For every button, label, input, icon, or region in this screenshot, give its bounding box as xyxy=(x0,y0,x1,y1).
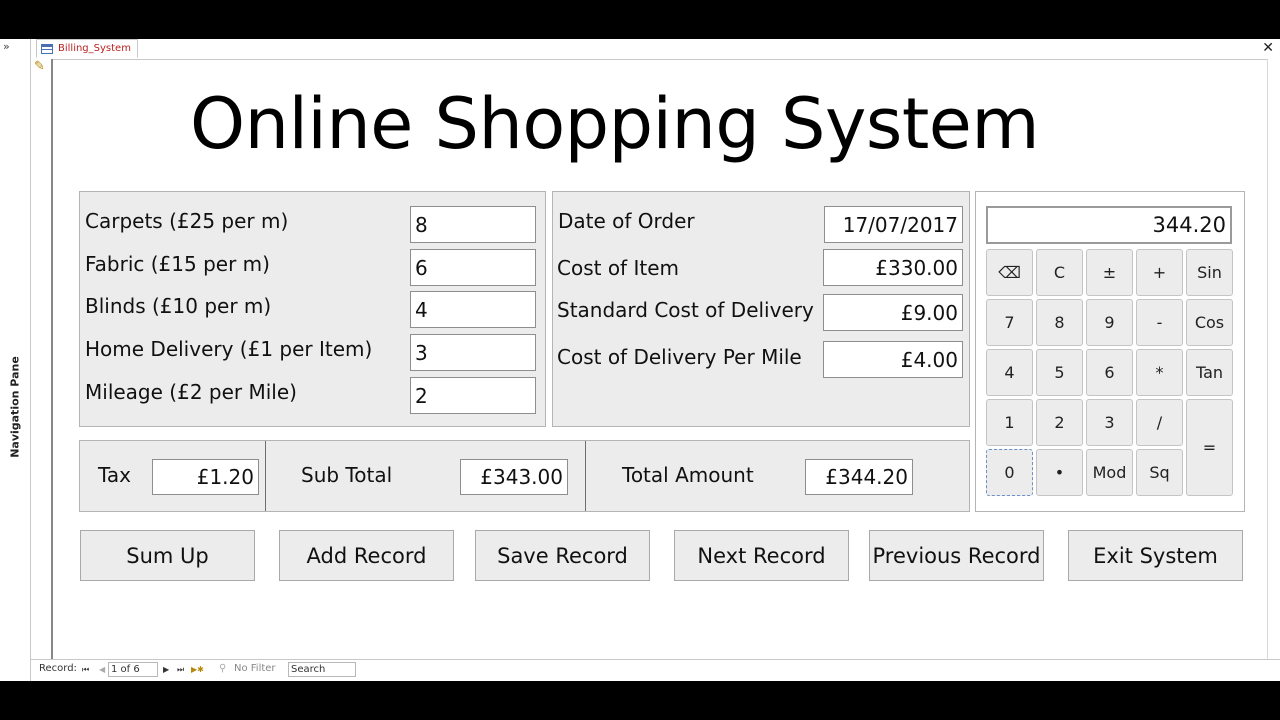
carpets-input[interactable]: 8 xyxy=(410,206,536,243)
calc-6-button[interactable]: 6 xyxy=(1086,349,1133,396)
tax-input[interactable]: £1.20 xyxy=(152,459,259,495)
save-record-button[interactable]: Save Record xyxy=(475,530,650,581)
calc-backspace-button[interactable]: ⌫ xyxy=(986,249,1033,296)
next-record-icon[interactable]: ▶ xyxy=(163,665,169,674)
totals-divider xyxy=(585,441,586,511)
mileage-input[interactable]: 2 xyxy=(410,377,536,414)
calc-decimal-button[interactable]: • xyxy=(1036,449,1083,496)
calc-8-button[interactable]: 8 xyxy=(1036,299,1083,346)
tab-label: Billing_System xyxy=(58,43,131,54)
calc-divide-button[interactable]: / xyxy=(1136,399,1183,446)
date-of-order-input[interactable]: 17/07/2017 xyxy=(824,206,963,243)
next-record-button[interactable]: Next Record xyxy=(674,530,849,581)
exit-system-button[interactable]: Exit System xyxy=(1068,530,1243,581)
fabric-label: Fabric (£15 per m) xyxy=(85,252,270,276)
add-record-button[interactable]: Add Record xyxy=(279,530,454,581)
calc-4-button[interactable]: 4 xyxy=(986,349,1033,396)
expand-nav-icon[interactable]: » xyxy=(3,40,10,53)
last-record-icon[interactable]: ⏭ xyxy=(177,665,184,675)
subtotal-input[interactable]: £343.00 xyxy=(460,459,568,495)
record-label: Record: xyxy=(39,663,77,674)
calc-square-button[interactable]: Sq xyxy=(1136,449,1183,496)
calc-0-button[interactable]: 0 xyxy=(986,449,1033,496)
tax-label: Tax xyxy=(98,463,131,487)
document-tabs: Billing_System ✕ xyxy=(31,39,1280,60)
calc-equals-button[interactable]: = xyxy=(1186,399,1233,496)
delivery-per-mile-input[interactable]: £4.00 xyxy=(823,341,963,378)
carpets-label: Carpets (£25 per m) xyxy=(85,209,289,233)
home-delivery-label: Home Delivery (£1 per Item) xyxy=(85,337,373,361)
delivery-per-mile-label: Cost of Delivery Per Mile xyxy=(557,345,802,369)
standard-delivery-input[interactable]: £9.00 xyxy=(823,294,963,331)
cost-of-item-label: Cost of Item xyxy=(557,256,679,280)
order-panel: Date of Order 17/07/2017 Cost of Item £3… xyxy=(552,191,970,427)
filter-icon[interactable]: ⚲ xyxy=(219,663,226,674)
calculator-display[interactable]: 344.20 xyxy=(986,206,1232,244)
calc-1-button[interactable]: 1 xyxy=(986,399,1033,446)
calc-9-button[interactable]: 9 xyxy=(1086,299,1133,346)
calc-sin-button[interactable]: Sin xyxy=(1186,249,1233,296)
calc-mod-button[interactable]: Mod xyxy=(1086,449,1133,496)
search-input[interactable]: Search xyxy=(288,662,356,677)
total-amount-input[interactable]: £344.20 xyxy=(805,459,913,495)
page-title: Online Shopping System xyxy=(190,83,1040,165)
first-record-icon[interactable]: ⏮ xyxy=(82,665,89,675)
form-icon xyxy=(41,43,53,54)
calc-7-button[interactable]: 7 xyxy=(986,299,1033,346)
blinds-input[interactable]: 4 xyxy=(410,291,536,328)
total-amount-label: Total Amount xyxy=(622,463,754,487)
calc-add-button[interactable]: + xyxy=(1136,249,1183,296)
record-selector[interactable]: ✎ xyxy=(31,59,53,660)
subtotal-label: Sub Total xyxy=(301,463,393,487)
calc-plusminus-button[interactable]: ± xyxy=(1086,249,1133,296)
new-record-icon[interactable]: ▶✱ xyxy=(191,665,204,674)
record-navigation-bar: Record: ⏮ ◀ 1 of 6 ▶ ⏭ ▶✱ ⚲ No Filter Se… xyxy=(31,659,1280,681)
sum-up-button[interactable]: Sum Up xyxy=(80,530,255,581)
navigation-pane[interactable]: » Navigation Pane xyxy=(0,39,31,681)
vertical-scrollbar[interactable] xyxy=(1267,59,1280,660)
date-of-order-label: Date of Order xyxy=(558,209,695,233)
calc-multiply-button[interactable]: * xyxy=(1136,349,1183,396)
calculator-panel: 344.20 ⌫ C ± + Sin 7 8 9 - Cos 4 5 6 * T… xyxy=(975,191,1245,512)
standard-delivery-label: Standard Cost of Delivery xyxy=(557,298,814,322)
totals-panel: Tax £1.20 Sub Total £343.00 Total Amount… xyxy=(79,440,970,512)
calc-subtract-button[interactable]: - xyxy=(1136,299,1183,346)
home-delivery-input[interactable]: 3 xyxy=(410,334,536,371)
filter-status[interactable]: No Filter xyxy=(234,663,276,674)
close-icon[interactable]: ✕ xyxy=(1262,39,1274,57)
calc-5-button[interactable]: 5 xyxy=(1036,349,1083,396)
calc-tan-button[interactable]: Tan xyxy=(1186,349,1233,396)
calc-clear-button[interactable]: C xyxy=(1036,249,1083,296)
pencil-icon: ✎ xyxy=(34,59,45,74)
tab-billing-system[interactable]: Billing_System xyxy=(36,39,138,58)
previous-record-icon[interactable]: ◀ xyxy=(99,665,105,674)
items-panel: Carpets (£25 per m) 8 Fabric (£15 per m)… xyxy=(79,191,546,427)
previous-record-button[interactable]: Previous Record xyxy=(869,530,1044,581)
blinds-label: Blinds (£10 per m) xyxy=(85,294,272,318)
fabric-input[interactable]: 6 xyxy=(410,249,536,286)
totals-divider xyxy=(265,441,266,511)
access-window: » Navigation Pane Billing_System ✕ ✎ Onl… xyxy=(0,39,1280,681)
calc-3-button[interactable]: 3 xyxy=(1086,399,1133,446)
cost-of-item-input[interactable]: £330.00 xyxy=(823,249,963,286)
record-position-input[interactable]: 1 of 6 xyxy=(108,662,158,677)
mileage-label: Mileage (£2 per Mile) xyxy=(85,380,297,404)
calc-2-button[interactable]: 2 xyxy=(1036,399,1083,446)
calc-cos-button[interactable]: Cos xyxy=(1186,299,1233,346)
navigation-pane-label[interactable]: Navigation Pane xyxy=(9,356,22,458)
